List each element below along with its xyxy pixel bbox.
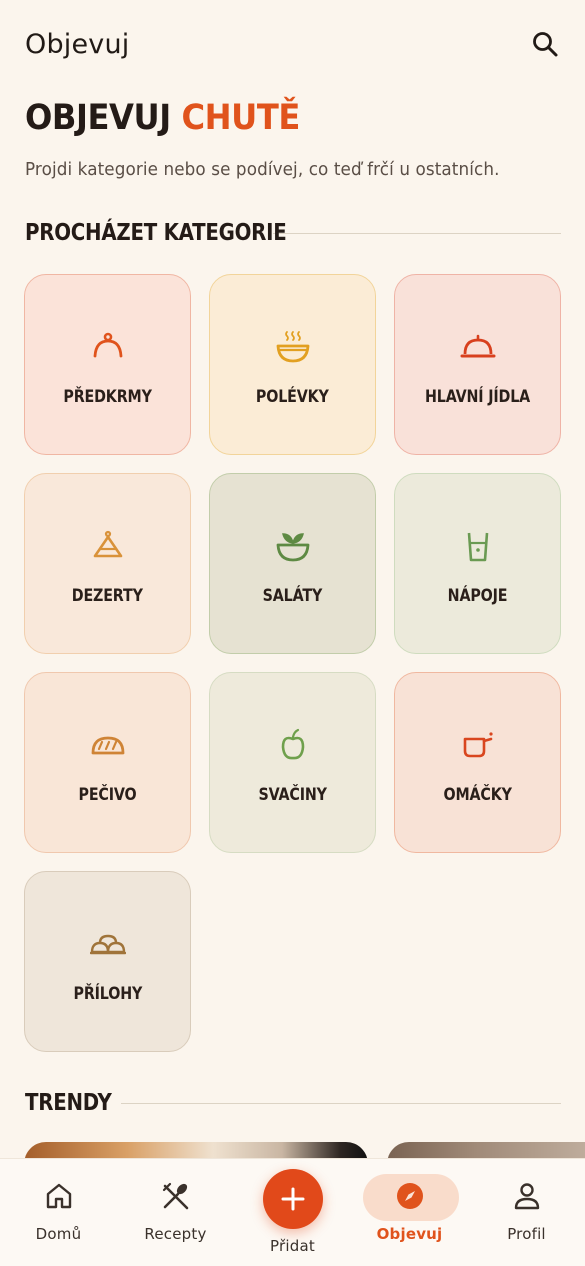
page-title: Objevuj <box>25 28 130 60</box>
category-label: HLAVNÍ JÍDLA <box>424 386 531 407</box>
cloche-icon <box>460 334 495 357</box>
category-label: SALÁTY <box>262 585 323 606</box>
home-icon <box>44 1181 74 1211</box>
apple-icon <box>281 728 304 759</box>
category-label: POLÉVKY <box>256 386 329 407</box>
user-icon <box>512 1181 542 1211</box>
category-tile-svaciny[interactable]: SVAČINY <box>209 672 376 853</box>
nav-label: Objevuj <box>376 1225 443 1243</box>
drink-glass-icon <box>467 532 488 561</box>
category-label: SVAČINY <box>258 784 327 805</box>
cake-icon <box>93 530 122 557</box>
bottom-navigation: Domů Recepty Přidat Objevuj Profil <box>0 1158 585 1266</box>
categories-section-header: PROCHÁZET KATEGORIE <box>25 220 561 246</box>
hero-title-accent: CHUTĚ <box>181 98 300 138</box>
nav-item-profile[interactable]: Profil <box>468 1159 585 1266</box>
category-tile-napoje[interactable]: NÁPOJE <box>394 473 561 654</box>
bread-icon <box>91 736 124 754</box>
category-tile-prilohy[interactable]: PŘÍLOHY <box>24 871 191 1052</box>
plus-icon <box>281 1187 305 1211</box>
category-tile-omacky[interactable]: OMÁČKY <box>394 672 561 853</box>
trends-section-header: TRENDY <box>25 1090 561 1116</box>
divider <box>273 232 561 234</box>
category-label: PŘÍLOHY <box>73 983 142 1004</box>
category-label: OMÁČKY <box>443 784 512 805</box>
category-tile-dezerty[interactable]: DEZERTY <box>24 473 191 654</box>
trends-section-title: TRENDY <box>25 1090 112 1116</box>
nav-item-discover[interactable]: Objevuj <box>351 1159 468 1266</box>
nav-label: Recepty <box>144 1225 207 1243</box>
search-icon[interactable] <box>529 28 561 60</box>
category-grid: PŘEDKRMY POLÉVKY HLAVNÍ JÍDLA DEZERTY SA… <box>24 274 561 1052</box>
nav-item-recipes[interactable]: Recepty <box>117 1159 234 1266</box>
top-bar: Objevuj <box>0 0 585 88</box>
nav-item-home[interactable]: Domů <box>0 1159 117 1266</box>
categories-section-title: PROCHÁZET KATEGORIE <box>25 220 287 246</box>
cloche-small-icon <box>93 332 122 357</box>
category-tile-salaty[interactable]: SALÁTY <box>209 473 376 654</box>
divider <box>121 1102 561 1104</box>
category-label: NÁPOJE <box>447 585 508 606</box>
hero-title-main: OBJEVUJ <box>25 98 171 138</box>
category-tile-predkrmy[interactable]: PŘEDKRMY <box>24 274 191 455</box>
nav-label: Přidat <box>270 1237 315 1255</box>
dumplings-icon <box>89 934 126 954</box>
category-tile-pecivo[interactable]: PEČIVO <box>24 672 191 853</box>
nav-item-add[interactable]: Přidat <box>234 1159 351 1266</box>
salad-bowl-icon <box>276 532 309 561</box>
utensils-icon <box>161 1181 191 1211</box>
nav-label: Domů <box>35 1225 82 1243</box>
add-button[interactable] <box>263 1169 323 1229</box>
nav-label: Profil <box>507 1225 546 1243</box>
compass-icon <box>395 1181 425 1211</box>
hero-title: OBJEVUJ CHUTĚ <box>25 98 300 138</box>
soup-bowl-icon <box>276 330 309 362</box>
category-label: PEČIVO <box>78 784 137 805</box>
category-label: PŘEDKRMY <box>63 386 152 407</box>
sauce-pan-icon <box>463 731 493 757</box>
category-label: DEZERTY <box>72 585 143 606</box>
category-tile-hlavni-jidla[interactable]: HLAVNÍ JÍDLA <box>394 274 561 455</box>
category-tile-polevky[interactable]: POLÉVKY <box>209 274 376 455</box>
hero-subtitle: Projdi kategorie nebo se podívej, co teď… <box>25 160 500 180</box>
